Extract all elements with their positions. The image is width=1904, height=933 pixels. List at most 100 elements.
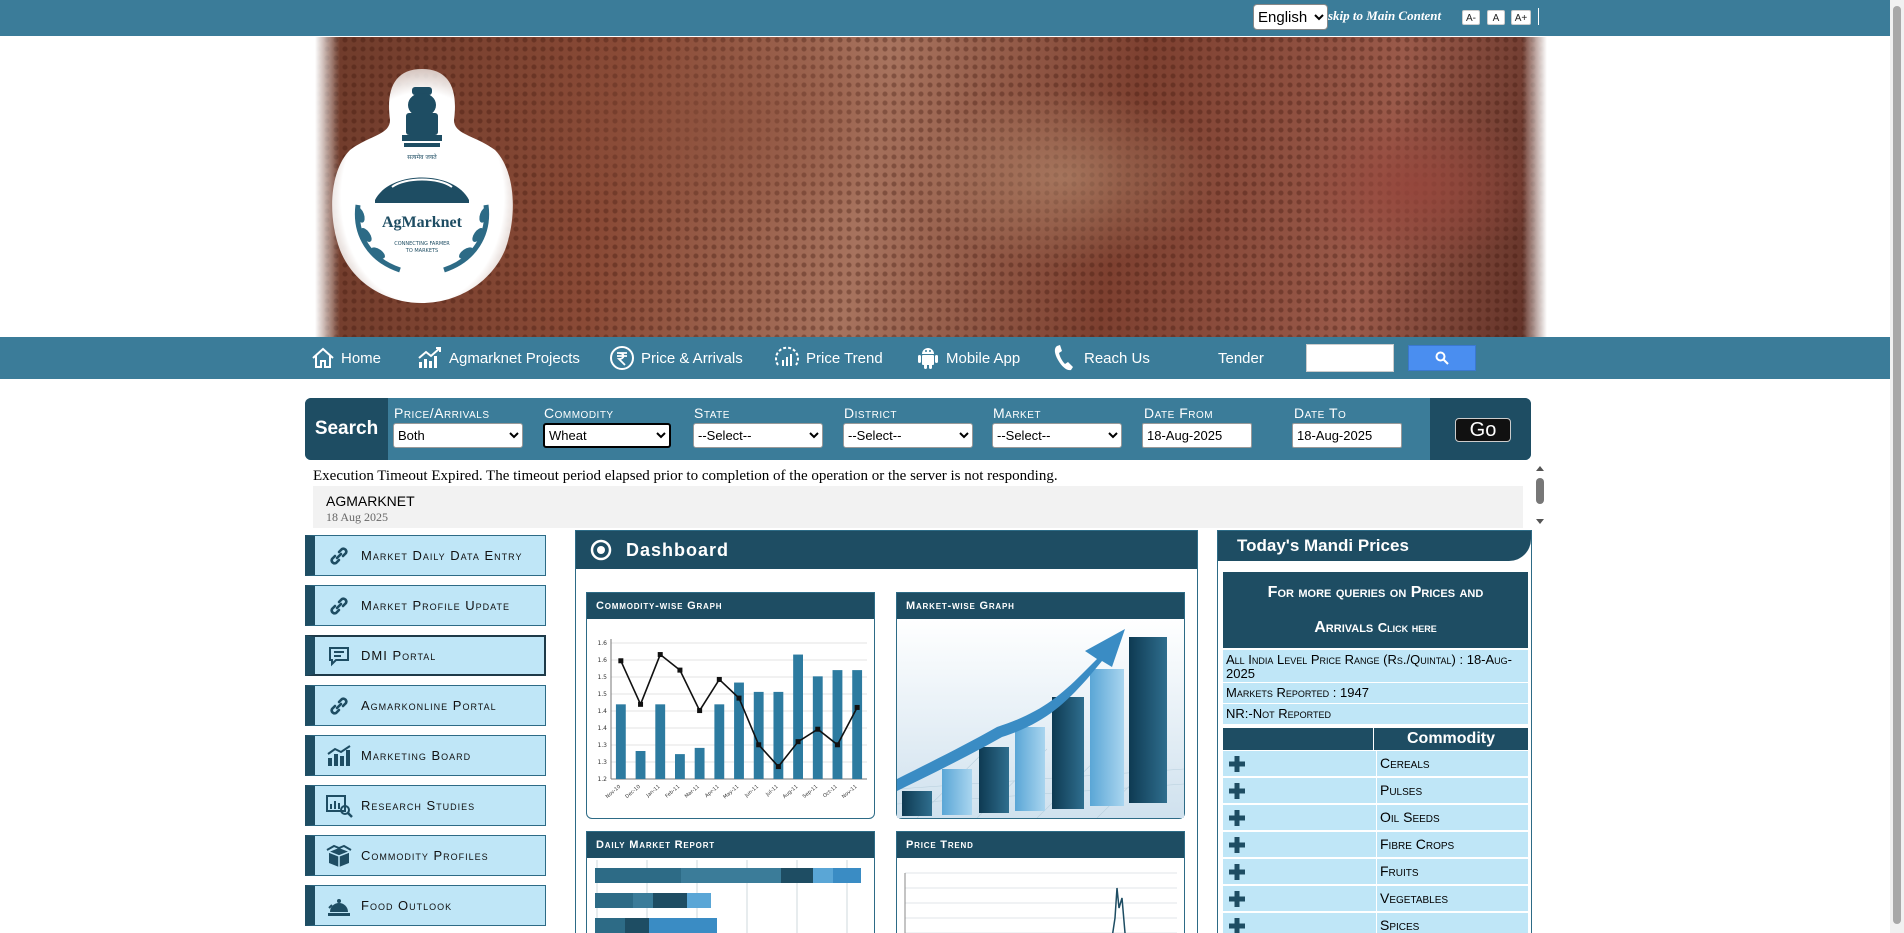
skip-to-main-link[interactable]: skip to Main Content: [1328, 8, 1441, 24]
date-from-input[interactable]: [1142, 423, 1252, 448]
x-tick-label: Mar-11: [684, 784, 701, 800]
commodity-wise-chart: 1.61.61.51.51.41.41.31.31.2Nov-10 Dec-10 J…: [597, 639, 867, 800]
site-search-input[interactable]: [1306, 344, 1394, 372]
mandi-prices-title: Today's Mandi Prices: [1218, 531, 1531, 561]
svg-text:AgMarknet: AgMarknet: [382, 214, 463, 231]
page: English skip to Main Content A- A A+ सत्…: [0, 0, 1904, 933]
y-tick-label: 1.6: [597, 640, 607, 647]
bar: [655, 704, 666, 779]
nav-reach-us[interactable]: Reach Us: [1052, 337, 1150, 379]
plus-icon[interactable]: [1227, 808, 1247, 828]
category-row-oil-seeds[interactable]: Oil Seeds: [1223, 805, 1528, 830]
y-tick-label: 1.4: [597, 725, 607, 732]
market-select[interactable]: --Select--: [992, 423, 1122, 448]
date-to-input[interactable]: [1292, 423, 1402, 448]
line-marker: [795, 739, 801, 745]
district-select[interactable]: --Select--: [843, 423, 973, 448]
line-marker: [697, 708, 703, 714]
price-range-row: All India Level Price Range (Rs./Quintal…: [1223, 650, 1528, 682]
plus-icon[interactable]: [1227, 916, 1247, 933]
menu-market-profile-update[interactable]: Market Profile Update: [305, 585, 546, 626]
go-button[interactable]: Go: [1455, 418, 1511, 442]
category-row-cereals[interactable]: Cereals: [1223, 751, 1528, 776]
market-label: Market: [993, 405, 1042, 421]
divider: [1538, 8, 1539, 25]
food-icon: [328, 898, 350, 916]
chart-trend-icon: [418, 347, 441, 368]
price-trend-card[interactable]: Price Trend: [896, 831, 1185, 933]
category-row-spices[interactable]: Spices: [1223, 913, 1528, 933]
font-reset-button[interactable]: A: [1487, 10, 1505, 25]
market-graph-card[interactable]: Market-wise Graph: [896, 592, 1185, 819]
nav-mobile-app[interactable]: Mobile App: [916, 337, 1020, 379]
line-marker: [854, 704, 860, 710]
x-tick-label: Jan-11: [645, 784, 662, 799]
target-icon: [590, 539, 612, 561]
nav-price-trend[interactable]: Price Trend: [774, 337, 883, 379]
click-here-link[interactable]: Click here: [1378, 620, 1437, 635]
nav-price-arrivals[interactable]: Price & Arrivals: [609, 337, 743, 379]
nav-home[interactable]: Home: [311, 337, 381, 379]
district-label: District: [844, 405, 897, 421]
line-marker: [775, 764, 781, 770]
menu-agmarkonline-portal[interactable]: Agmarkonline Portal: [305, 685, 546, 726]
commodity-column-header: Commodity: [1374, 728, 1528, 750]
scroll-up-icon[interactable]: [1536, 466, 1544, 471]
bar: [852, 670, 863, 779]
category-row-fibre-crops[interactable]: Fibre Crops: [1223, 832, 1528, 857]
line-marker: [618, 658, 624, 664]
commodity-select[interactable]: Wheat: [543, 423, 671, 448]
menu-research-studies[interactable]: Research Studies: [305, 785, 546, 826]
menu-market-daily-data-entry[interactable]: Market Daily Data Entry: [305, 535, 546, 576]
commodity-graph-card[interactable]: Commodity-wise Graph 1.6 1.6 1.5 1.5 1.4 1.4 1…: [586, 592, 875, 819]
dashboard-panel: Dashboard Commodity-wise Graph 1.6 1.6 1.5…: [575, 530, 1198, 933]
category-row-vegetables[interactable]: Vegetables: [1223, 886, 1528, 911]
scroll-down-icon[interactable]: [1536, 519, 1544, 524]
menu-commodity-profiles[interactable]: Commodity Profiles: [305, 835, 546, 876]
y-tick-label: 1.6: [597, 657, 607, 664]
card-title: Daily Market Report: [587, 832, 874, 858]
ticker-scrollbar[interactable]: [1534, 464, 1546, 526]
menu-marketing-board[interactable]: Marketing Board: [305, 735, 546, 776]
commodity-label: Commodity: [544, 405, 614, 421]
page-scrollbar[interactable]: [1890, 0, 1904, 933]
category-row-fruits[interactable]: Fruits: [1223, 859, 1528, 884]
plus-icon[interactable]: [1227, 754, 1247, 774]
font-increase-button[interactable]: A+: [1511, 10, 1531, 25]
x-tick-label: Sep-11: [802, 784, 819, 800]
x-tick-label: Jun-11: [743, 784, 760, 800]
nav-agmarknet-projects[interactable]: Agmarknet Projects: [417, 337, 580, 379]
plus-icon[interactable]: [1227, 862, 1247, 882]
box-icon: [326, 844, 352, 867]
mandi-prices-panel: Today's Mandi Prices For more queries on…: [1217, 530, 1532, 933]
price-arrivals-select[interactable]: Both: [393, 423, 523, 448]
bar: [635, 751, 646, 779]
price-arrivals-label: Price/Arrivals: [394, 405, 490, 421]
daily-market-report-card[interactable]: Daily Market Report: [586, 831, 875, 933]
state-select[interactable]: --Select--: [693, 423, 823, 448]
date-to-label: Date To: [1294, 405, 1347, 421]
ticker-title: AGMARKNET: [326, 493, 415, 509]
language-select[interactable]: English: [1253, 4, 1328, 30]
menu-food-outlook[interactable]: Food Outlook: [305, 885, 546, 926]
plus-icon[interactable]: [1227, 781, 1247, 801]
page-scroll-thumb[interactable]: [1893, 6, 1901, 924]
bar: [675, 754, 685, 779]
scroll-thumb[interactable]: [1536, 478, 1544, 504]
nav-tender[interactable]: Tender: [1218, 337, 1264, 379]
y-tick-label: 1.5: [597, 674, 607, 681]
gauge-icon: [775, 346, 799, 366]
plus-icon[interactable]: [1227, 889, 1247, 909]
error-message: Execution Timeout Expired. The timeout p…: [313, 468, 1058, 484]
plus-icon[interactable]: [1227, 835, 1247, 855]
category-row-pulses[interactable]: Pulses: [1223, 778, 1528, 803]
menu-dmi-portal[interactable]: DMI Portal: [305, 635, 546, 676]
more-queries-box[interactable]: For more queries on Prices and Arrivals …: [1223, 572, 1528, 648]
agmarknet-logo[interactable]: सत्यमेव जयते AgMarknet CONNECTING FARMER…: [330, 65, 515, 305]
x-tick-label: Oct-11: [822, 784, 839, 799]
line-marker: [677, 667, 683, 673]
line-marker: [756, 742, 762, 748]
site-search-button[interactable]: [1408, 345, 1476, 371]
phone-icon: [1054, 345, 1073, 371]
font-decrease-button[interactable]: A-: [1462, 10, 1480, 25]
